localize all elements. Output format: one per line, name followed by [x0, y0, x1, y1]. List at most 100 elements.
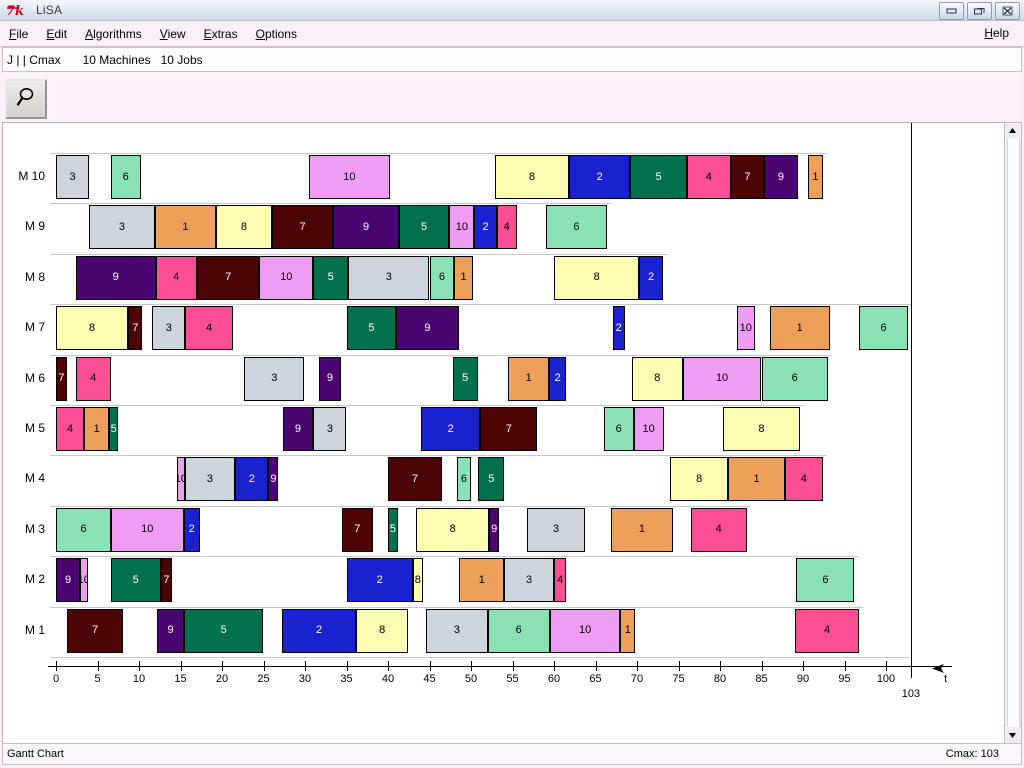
gantt-task-block[interactable]: 3 [527, 507, 585, 552]
menu-extras[interactable]: Extras [195, 25, 247, 43]
gantt-task-block[interactable]: 4 [496, 205, 517, 250]
gantt-task-block[interactable]: 3 [348, 255, 430, 300]
menu-view[interactable]: View [151, 25, 195, 43]
gantt-task-block[interactable]: 3 [152, 306, 186, 351]
gantt-task-block[interactable]: 8 [632, 356, 683, 401]
gantt-task-block[interactable]: 9 [763, 155, 798, 199]
gantt-task-block[interactable]: 1 [154, 205, 217, 250]
gantt-task-block[interactable]: 4 [155, 255, 198, 300]
gantt-task-block[interactable]: 9 [268, 457, 279, 502]
gantt-task-block[interactable]: 1 [508, 356, 549, 401]
gantt-task-block[interactable]: 5 [313, 255, 349, 300]
vertical-scrollbar[interactable] [1004, 122, 1022, 744]
gantt-task-block[interactable]: 8 [723, 407, 800, 451]
gantt-task-block[interactable]: 4 [686, 155, 731, 199]
gantt-task-block[interactable]: 6 [761, 356, 828, 401]
gantt-task-block[interactable]: 7 [56, 356, 67, 401]
gantt-task-block[interactable]: 7 [66, 608, 124, 653]
menu-file[interactable]: File [0, 25, 37, 43]
gantt-task-block[interactable]: 8 [412, 558, 423, 603]
gantt-task-block[interactable]: 10 [177, 457, 185, 502]
gantt-task-block[interactable]: 7 [128, 306, 143, 351]
gantt-task-block[interactable]: 2 [612, 306, 625, 351]
gantt-task-block[interactable]: 2 [568, 155, 631, 199]
gantt-task-block[interactable]: 1 [459, 558, 505, 603]
gantt-task-block[interactable]: 3 [313, 407, 347, 451]
gantt-task-block[interactable]: 4 [56, 407, 85, 451]
gantt-task-block[interactable]: 10 [449, 205, 475, 250]
minimize-button[interactable] [939, 2, 964, 20]
gantt-task-block[interactable]: 10 [736, 306, 755, 351]
gantt-task-block[interactable]: 10 [682, 356, 762, 401]
gantt-task-block[interactable]: 7 [197, 255, 260, 300]
gantt-task-block[interactable]: 10 [80, 558, 88, 603]
menu-help[interactable]: Help [975, 24, 1018, 42]
gantt-task-block[interactable]: 6 [603, 407, 634, 451]
gantt-task-block[interactable]: 4 [784, 457, 823, 502]
gantt-task-block[interactable]: 6 [859, 306, 908, 351]
gantt-task-block[interactable]: 1 [807, 155, 823, 199]
gantt-task-block[interactable]: 9 [157, 608, 184, 653]
gantt-task-block[interactable]: 5 [109, 407, 119, 451]
gantt-task-block[interactable]: 4 [75, 356, 111, 401]
gantt-task-block[interactable]: 1 [611, 507, 673, 552]
gantt-task-block[interactable]: 10 [309, 155, 390, 199]
gantt-task-block[interactable]: 9 [489, 507, 500, 552]
gantt-task-block[interactable]: 1 [728, 457, 785, 502]
scrollbar-thumb[interactable] [1007, 139, 1020, 727]
menu-algorithms[interactable]: Algorithms [76, 25, 151, 43]
gantt-task-block[interactable]: 2 [421, 407, 481, 451]
gantt-task-block[interactable]: 9 [319, 356, 341, 401]
gantt-task-block[interactable]: 8 [554, 255, 640, 300]
gantt-task-block[interactable]: 7 [341, 507, 374, 552]
gantt-task-block[interactable]: 5 [398, 205, 450, 250]
gantt-task-block[interactable]: 2 [549, 356, 567, 401]
gantt-task-block[interactable]: 5 [478, 457, 505, 502]
gantt-task-block[interactable]: 6 [487, 608, 550, 653]
gantt-task-block[interactable]: 2 [235, 457, 269, 502]
gantt-task-block[interactable]: 2 [281, 608, 357, 653]
scroll-up-icon[interactable] [1006, 124, 1019, 137]
maximize-button[interactable] [967, 2, 992, 20]
gantt-task-block[interactable]: 7 [480, 407, 538, 451]
gantt-task-block[interactable]: 6 [110, 155, 141, 199]
gantt-task-block[interactable]: 3 [184, 457, 236, 502]
gantt-task-block[interactable]: 7 [271, 205, 334, 250]
gantt-task-block[interactable]: 3 [89, 205, 155, 250]
gantt-task-block[interactable]: 3 [56, 155, 90, 199]
gantt-task-block[interactable]: 7 [160, 558, 173, 603]
gantt-task-block[interactable]: 6 [56, 507, 111, 552]
gantt-task-block[interactable]: 2 [474, 205, 497, 250]
gantt-task-block[interactable]: 9 [282, 407, 314, 451]
gantt-task-block[interactable]: 7 [388, 457, 442, 502]
gantt-task-block[interactable]: 9 [333, 205, 399, 250]
gantt-task-block[interactable]: 9 [56, 558, 81, 603]
gantt-task-block[interactable]: 2 [346, 558, 413, 603]
gantt-task-block[interactable]: 3 [426, 608, 488, 653]
gantt-task-block[interactable]: 8 [216, 205, 272, 250]
gantt-task-block[interactable]: 4 [185, 306, 233, 351]
gantt-task-block[interactable]: 5 [388, 507, 398, 552]
gantt-task-block[interactable]: 9 [75, 255, 156, 300]
zoom-button[interactable] [5, 79, 47, 119]
gantt-task-block[interactable]: 4 [690, 507, 747, 552]
gantt-task-block[interactable]: 10 [549, 608, 621, 653]
gantt-task-block[interactable]: 6 [545, 205, 608, 250]
gantt-task-block[interactable]: 1 [84, 407, 110, 451]
gantt-task-block[interactable]: 8 [356, 608, 408, 653]
scroll-down-icon[interactable] [1006, 729, 1019, 742]
gantt-task-block[interactable]: 1 [769, 306, 830, 351]
gantt-task-block[interactable]: 5 [346, 306, 397, 351]
gantt-task-block[interactable]: 2 [639, 255, 663, 300]
gantt-task-block[interactable]: 6 [796, 558, 855, 603]
gantt-task-block[interactable]: 10 [110, 507, 184, 552]
gantt-task-block[interactable]: 3 [504, 558, 554, 603]
gantt-task-block[interactable]: 5 [183, 608, 264, 653]
gantt-task-block[interactable]: 3 [244, 356, 305, 401]
gantt-task-block[interactable]: 4 [794, 608, 860, 653]
gantt-task-block[interactable]: 10 [259, 255, 314, 300]
gantt-task-block[interactable]: 7 [730, 155, 764, 199]
gantt-task-block[interactable]: 5 [452, 356, 478, 401]
gantt-task-block[interactable]: 5 [630, 155, 687, 199]
gantt-task-block[interactable]: 8 [416, 507, 490, 552]
